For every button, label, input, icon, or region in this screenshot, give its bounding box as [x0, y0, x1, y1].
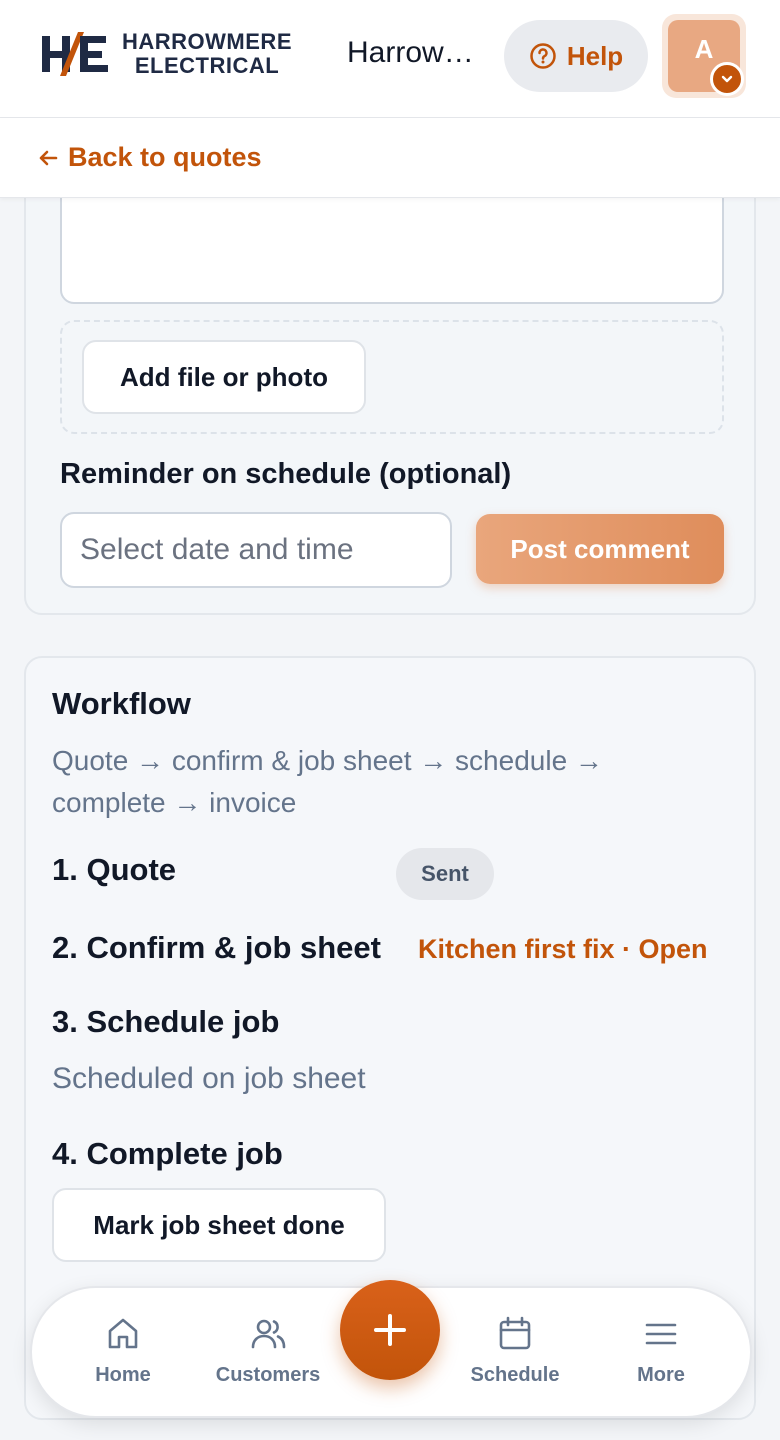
nav-home-label: Home [95, 1364, 151, 1386]
schedule-detail: Scheduled on job sheet [52, 1062, 366, 1095]
help-circle-icon [530, 43, 556, 69]
reminder-label: Reminder on schedule (optional) [60, 458, 512, 490]
create-new-button[interactable] [340, 1280, 440, 1380]
back-to-quotes-link[interactable]: Back to quotes [36, 142, 262, 173]
add-file-button[interactable]: Add file or photo [82, 340, 366, 414]
reminder-date-input[interactable]: Select date and time [60, 512, 452, 588]
post-comment-button[interactable]: Post comment [476, 514, 724, 584]
logo-mark-icon [42, 32, 108, 76]
workflow-description: Quote → confirm & job sheet → schedule →… [52, 745, 603, 818]
attachment-dropzone[interactable]: Add file or photo [60, 320, 724, 434]
step-complete-title: 4. Complete job [52, 1136, 283, 1171]
users-icon [251, 1319, 286, 1349]
arrow-left-icon [39, 150, 58, 165]
step-confirm-title: 2. Confirm & job sheet [52, 930, 381, 965]
menu-icon [645, 1323, 677, 1345]
job-sheet-link[interactable]: Kitchen first fix · Open [418, 934, 708, 965]
nav-more[interactable]: More [596, 1314, 726, 1387]
account-menu[interactable]: A [662, 14, 746, 98]
mark-job-sheet-done-button[interactable]: Mark job sheet done [52, 1188, 386, 1262]
help-button[interactable]: Help [504, 20, 648, 92]
help-label: Help [566, 40, 624, 71]
nav-more-label: More [637, 1364, 685, 1386]
logo-line-2: ELECTRICAL [134, 53, 280, 78]
step-schedule-title: 3. Schedule job [52, 1004, 280, 1039]
comment-form-card: Add file or photo Reminder on schedule (… [24, 160, 756, 615]
company-name: Harrowmere Electrical [347, 36, 487, 69]
home-icon [108, 1318, 138, 1349]
nav-home[interactable]: Home [58, 1314, 188, 1387]
status-badge: Sent [396, 848, 494, 900]
workflow-title: Workflow [52, 686, 191, 721]
logo-line-1: HARROWMERE [122, 29, 292, 54]
comment-textarea[interactable] [60, 182, 724, 304]
nav-schedule-label: Schedule [470, 1364, 560, 1386]
nav-schedule[interactable]: Schedule [450, 1314, 580, 1387]
chevron-down-icon [710, 62, 744, 96]
brand-logo[interactable]: HARROWMERE ELECTRICAL [40, 30, 292, 78]
app-header: HARROWMERE ELECTRICAL Harrowmere Electri… [0, 0, 780, 118]
back-label: Back to quotes [68, 142, 262, 172]
back-bar: Back to quotes [0, 118, 780, 198]
calendar-icon [499, 1316, 531, 1350]
nav-customers[interactable]: Customers [203, 1314, 333, 1387]
nav-customers-label: Customers [215, 1364, 321, 1386]
logo-wordmark: HARROWMERE ELECTRICAL [122, 30, 292, 78]
plus-icon [374, 1314, 406, 1346]
step-quote-title: 1. Quote [52, 852, 177, 887]
